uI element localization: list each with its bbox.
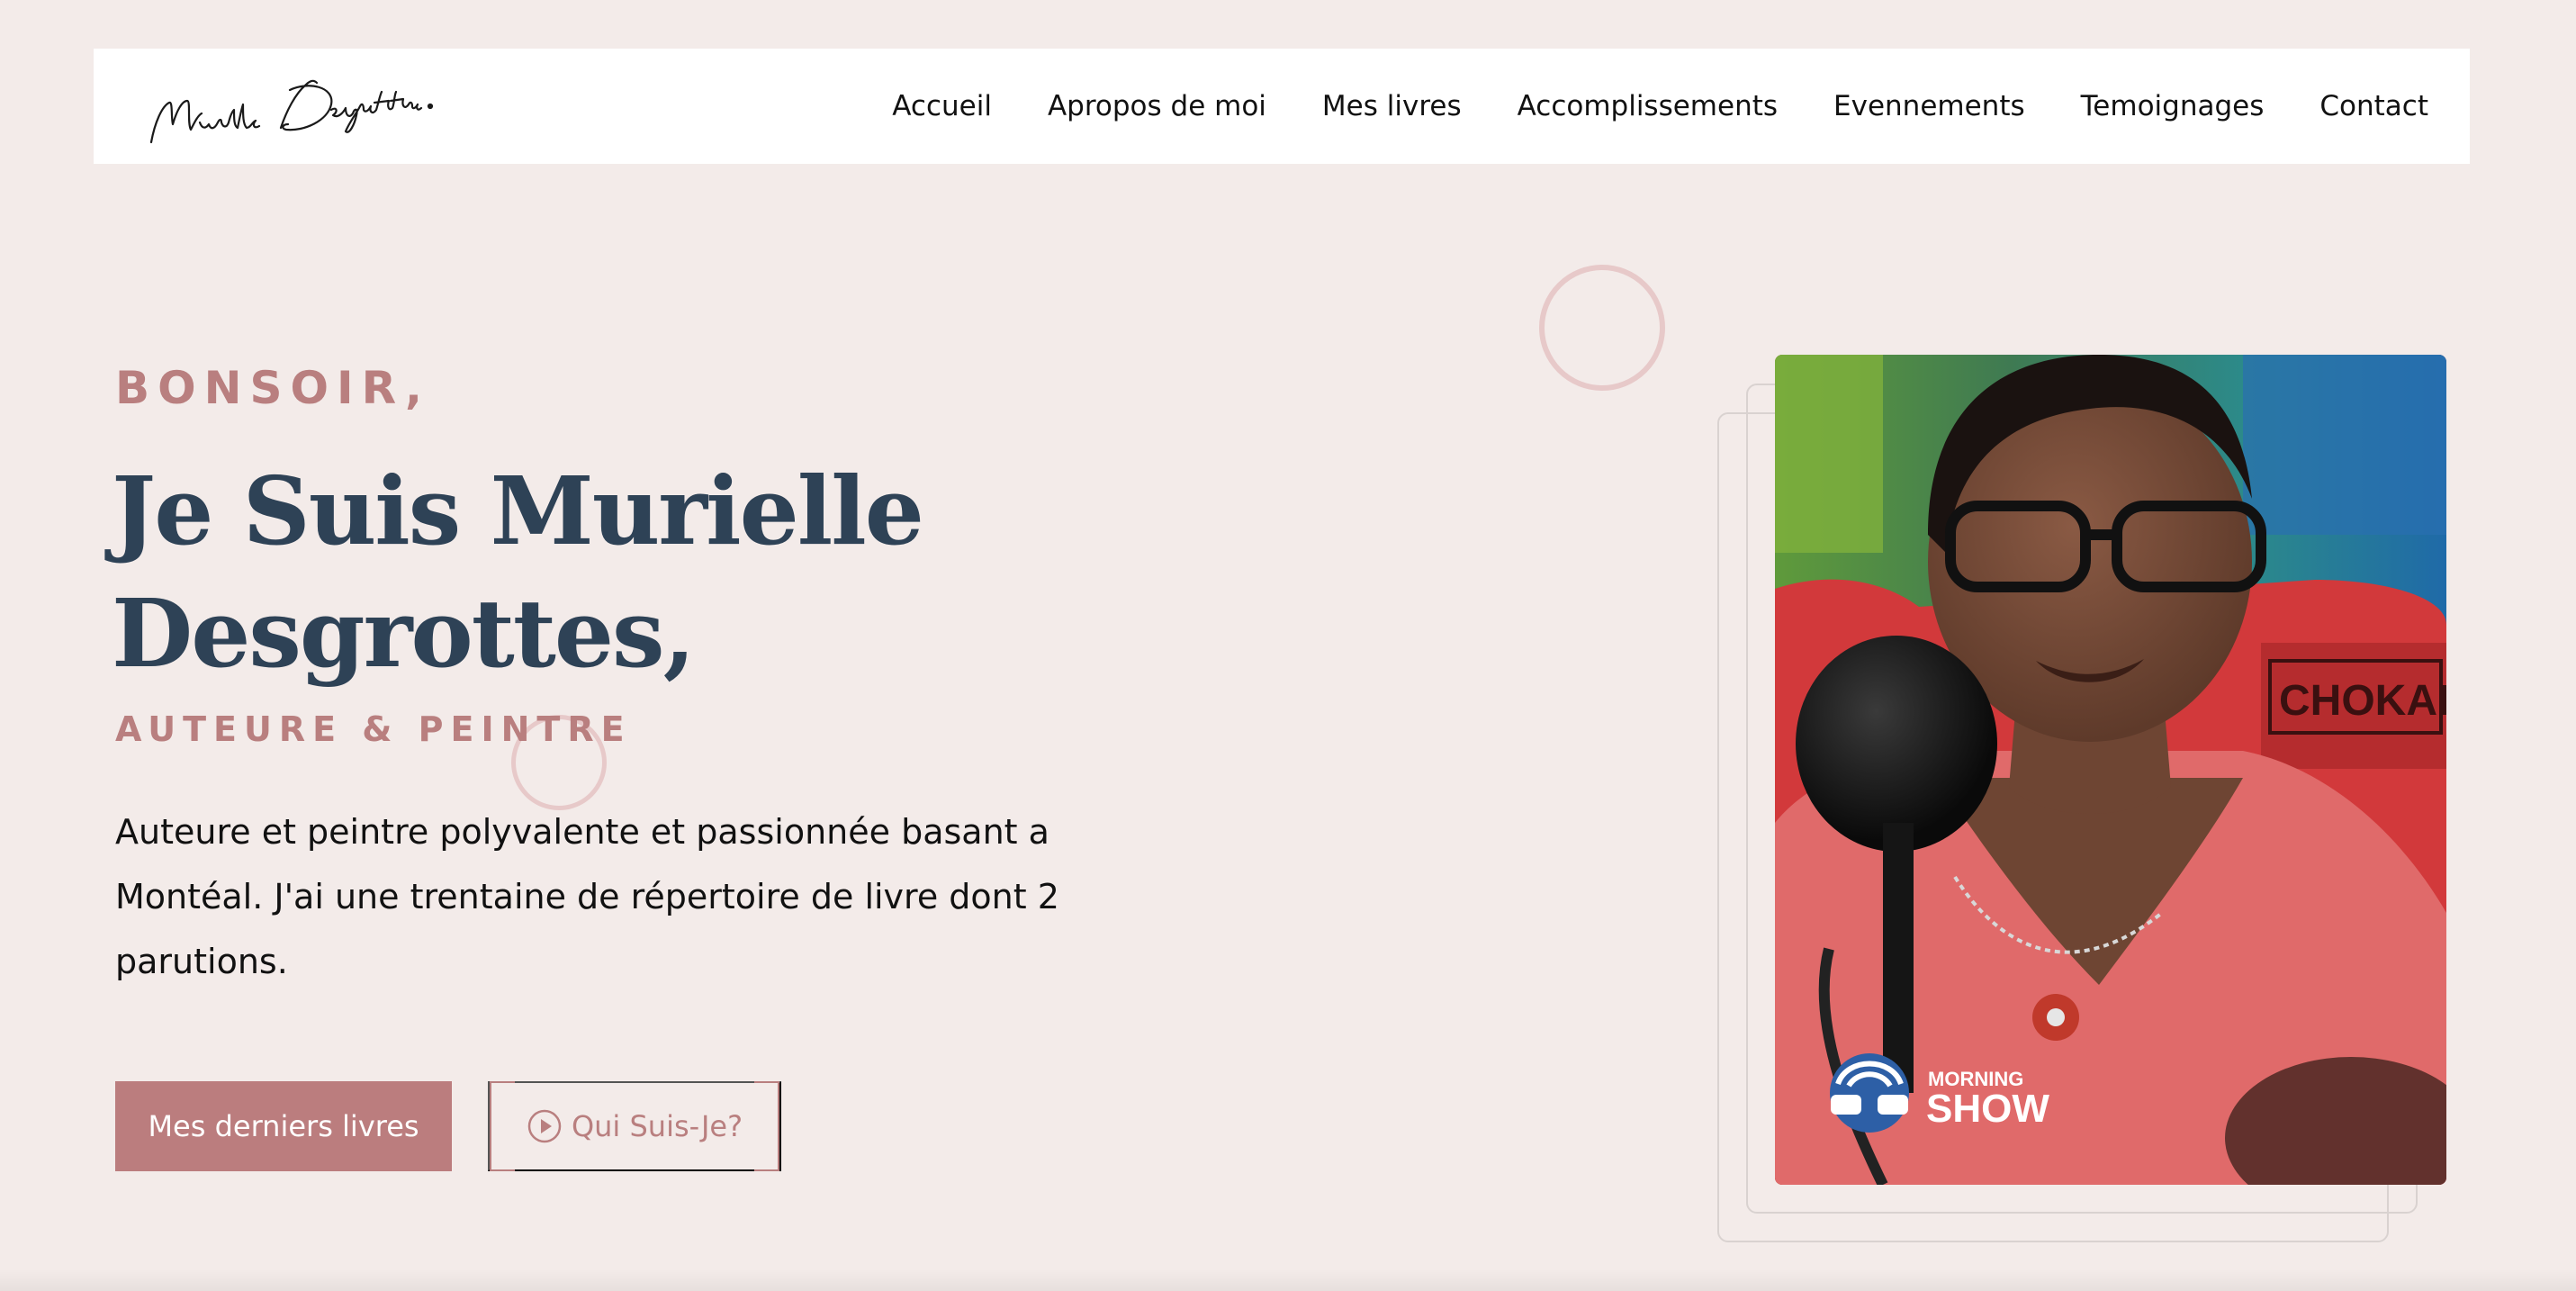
hero-title-line2: Desgrottes, <box>112 578 696 689</box>
site-logo[interactable] <box>146 59 443 149</box>
nav-contact[interactable]: Contact <box>2319 90 2428 122</box>
button-corner-right <box>754 1081 779 1171</box>
section-bottom-shadow <box>0 1269 2576 1291</box>
nav-apropos[interactable]: Apropos de moi <box>1048 90 1266 122</box>
nav-accueil[interactable]: Accueil <box>892 90 992 122</box>
play-circle-icon <box>527 1108 563 1144</box>
nav-evennements[interactable]: Evennements <box>1833 90 2025 122</box>
nav-temoignages[interactable]: Temoignages <box>2081 90 2265 122</box>
nav-accomplissements[interactable]: Accomplissements <box>1518 90 1778 122</box>
hero-greeting: BONSOIR, <box>115 362 431 414</box>
latest-books-button[interactable]: Mes derniers livres <box>115 1081 452 1171</box>
button-corner-left <box>490 1081 515 1171</box>
show-badge-bottom: SHOW <box>1926 1087 2049 1131</box>
author-photo: CHOKARE <box>1775 355 2446 1185</box>
nav-mes-livres[interactable]: Mes livres <box>1322 90 1462 122</box>
hero-subtitle: AUTEURE & PEINTRE <box>115 709 632 749</box>
hero-description: Auteure et peintre polyvalente et passio… <box>115 812 1059 981</box>
who-am-i-button[interactable]: Qui Suis-Je? <box>488 1081 781 1171</box>
main-nav: Accueil Apropos de moi Mes livres Accomp… <box>892 49 2428 164</box>
page: Accueil Apropos de moi Mes livres Accomp… <box>0 0 2576 1291</box>
hero-title: Je Suis Murielle Desgrottes, <box>112 450 1102 695</box>
decorative-circle-large <box>1539 265 1665 391</box>
chair-text: CHOKARE <box>2279 677 2446 725</box>
who-am-i-label: Qui Suis-Je? <box>571 1109 743 1143</box>
site-header: Accueil Apropos de moi Mes livres Accomp… <box>94 49 2470 164</box>
hero-title-line1: Je Suis Murielle <box>112 456 924 566</box>
